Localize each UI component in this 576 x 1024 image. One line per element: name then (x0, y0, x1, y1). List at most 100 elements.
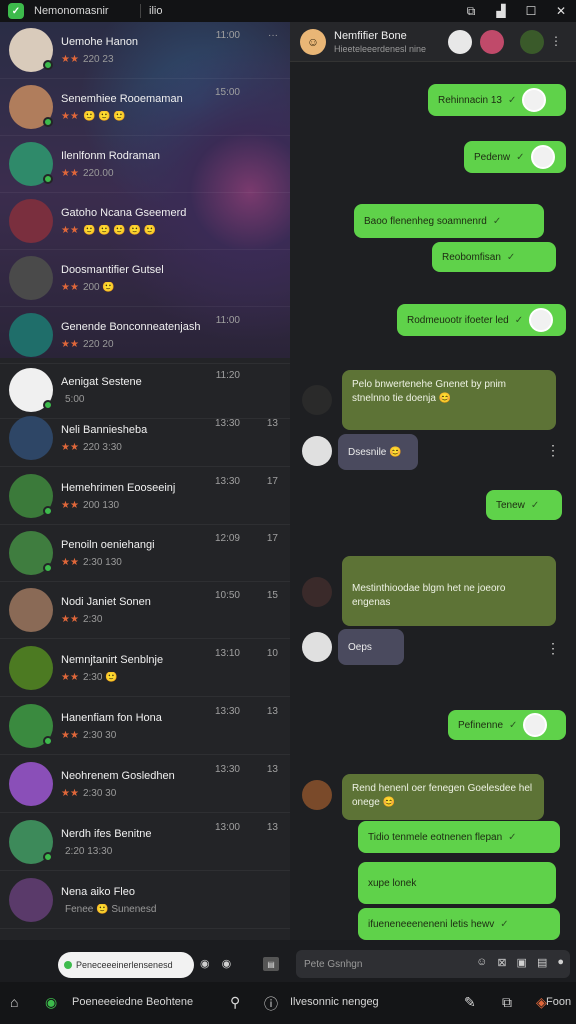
online-status-icon (43, 174, 53, 184)
outgoing-message[interactable]: Tenew ✓ (486, 490, 562, 520)
chat-preview-text: 200 130 (82, 499, 120, 511)
chat-name: Gatoho Ncana Gseemerd (61, 206, 187, 219)
chat-list-item[interactable]: Gatoho Ncana Gseemerd ★★ 🙂 🙂 🙂 🙂 🙂 (0, 193, 290, 250)
home-icon[interactable]: ⌂ (10, 994, 18, 1010)
chat-time: 10:50 (214, 590, 240, 601)
outgoing-message[interactable]: Rodmeuootr ifoeter led ✓ (397, 304, 566, 336)
maximize-button[interactable]: ☐ (516, 0, 546, 22)
attach-icon[interactable]: ⊠ (497, 956, 506, 969)
avatar (9, 820, 53, 864)
sender-avatar[interactable] (302, 632, 332, 662)
chat-preview-text: 2:30 30 (82, 729, 117, 741)
chat-list-item[interactable]: Hanenfiam fon Hona ★★ 2:30 30 13:30 13 (0, 698, 290, 755)
read-check-icon: ✓ (508, 831, 517, 843)
chat-list-item[interactable]: Nerdh ifes Benitne 2:20 13:30 13:00 13 (0, 814, 290, 871)
camera-icon[interactable]: ◉ (222, 957, 232, 970)
chat-list-item[interactable]: Doosmantifier Gutsel ★★ 200 🙂 (0, 250, 290, 307)
contact-avatar[interactable]: ☺ (300, 28, 326, 55)
read-check-icon: ✓ (509, 719, 518, 731)
online-status-icon (43, 506, 53, 516)
outgoing-message[interactable]: xupe lonek (358, 862, 556, 904)
chat-menu-icon[interactable]: ··· (268, 30, 278, 41)
sender-avatar[interactable] (302, 780, 332, 810)
chat-list-item[interactable]: Ilenlfonm Rodraman ★★ 220.00 (0, 136, 290, 193)
chat-list-item[interactable]: Neli Banniesheba ★★ 220 3:30 13:30 13 (0, 410, 290, 467)
camera-icon[interactable]: ▣ (517, 956, 527, 969)
expand-icon[interactable]: ▤ (263, 957, 279, 971)
signal-icon[interactable]: ▟ (486, 0, 516, 22)
bottom-mid-label[interactable]: Ilvesonnic nengeg (290, 996, 379, 1008)
info-icon[interactable]: ⓘ (264, 994, 278, 1014)
chat-list-item[interactable]: Uemohe Hanon ★★ 220 23 11:00 ··· (0, 22, 290, 79)
chat-list-item[interactable]: Nemnjtanirt Senblnje ★★ 2:30 🙂 13:10 10 (0, 640, 290, 697)
outgoing-message[interactable]: Pedenw ✓ (464, 141, 566, 173)
close-button[interactable]: ✕ (546, 0, 576, 22)
message-input[interactable]: Pete Gsnhgn ☺ ⊠ ▣ ▤ ● (296, 950, 570, 978)
bottom-right-label[interactable]: Foon (546, 996, 571, 1008)
search-icon[interactable]: ⚲ (230, 994, 240, 1011)
mic-icon[interactable]: ● (557, 956, 564, 969)
status-icon[interactable]: ◉ (45, 994, 57, 1011)
rating-stars-icon: ★★ (61, 110, 79, 122)
chat-preview: ★★ 2:30 🙂 (61, 672, 290, 683)
chat-list-item[interactable]: Nodi Janiet Sonen ★★ 2:30 10:50 15 (0, 582, 290, 639)
incoming-message[interactable]: Oeps (338, 629, 404, 665)
chat-list-item[interactable]: Neohrenem Gosledhen ★★ 2:30 30 13:30 13 (0, 756, 290, 813)
chat-icon[interactable]: ✎ (464, 994, 476, 1011)
read-check-icon: ✓ (514, 314, 524, 326)
chat-time: 13:10 (214, 648, 240, 659)
chat-preview-text: 220 23 (82, 53, 114, 65)
sender-avatar[interactable] (302, 385, 332, 415)
chat-list-item[interactable]: Senemhiee Rooemaman ★★ 🙂 🙂 🙂 15:00 (0, 79, 290, 136)
sender-avatar[interactable] (302, 577, 332, 607)
rating-stars-icon: ★★ (61, 167, 79, 179)
bottom-left-label[interactable]: Poeneeeiedne Beohtene (72, 996, 193, 1008)
chat-name: Ilenlfonm Rodraman (61, 149, 161, 162)
toggle-icon[interactable]: ◉ (200, 957, 210, 970)
screenshot-icon[interactable]: ⧉ (456, 0, 486, 22)
rating-stars-icon: ★★ (61, 441, 79, 453)
chat-preview: ★★ 220 20 (61, 339, 290, 350)
sticker-icon[interactable]: ▤ (537, 956, 547, 969)
outgoing-message[interactable]: ifueneneeeneneni letis hewv ✓ (358, 908, 560, 940)
participant-avatar[interactable] (448, 30, 472, 54)
chat-list-item[interactable]: Nena aiko Fleo Fenee 🙂 Sunenesd (0, 872, 290, 929)
chat-count: 17 (266, 476, 278, 487)
window-title-bar: ✓ Nemonomasnir ilio ⧉ ▟ ☐ ✕ (0, 0, 576, 22)
incoming-message[interactable]: Dsesnile 😊 (338, 434, 418, 470)
read-check-icon: ✓ (492, 215, 502, 227)
message-text: Rodmeuootr ifoeter led (407, 314, 509, 326)
incoming-message[interactable]: Rend henenl oer fenegen Goelesdee hel on… (342, 774, 544, 820)
more-options-icon[interactable]: ⋮ (550, 34, 574, 58)
incoming-message[interactable]: Pelo bnwertenehe Gnenet by pnim stnelnno… (342, 370, 556, 430)
chat-preview-text: 200 🙂 (82, 281, 115, 293)
outgoing-message[interactable]: Tidio tenmele eotnenen flepan ✓ (358, 821, 560, 853)
avatar (9, 531, 53, 575)
message-menu-icon[interactable]: ⋮ (546, 640, 560, 657)
outgoing-message[interactable]: Reobomfisan ✓ (432, 242, 556, 272)
outgoing-message[interactable]: Pefinenne ✓ (448, 710, 566, 740)
sidebar-search-input[interactable]: Peneceeeinerlensenesd (58, 952, 194, 978)
incoming-message[interactable]: Mestinthioodae blgm het ne joeoro engena… (342, 556, 556, 626)
app-logo-icon: ✓ (8, 3, 24, 19)
chat-preview: ★★ 2:30 (61, 614, 290, 625)
chat-list-item[interactable]: Penoiln oeniehangi ★★ 2:30 130 12:09 17 (0, 525, 290, 582)
participant-avatar[interactable] (520, 30, 544, 54)
message-menu-icon[interactable]: ⋮ (546, 442, 560, 459)
participant-avatar[interactable] (480, 30, 504, 54)
chat-preview: 5:00 (61, 394, 290, 405)
chat-preview-text: 2:30 30 (82, 787, 117, 799)
outgoing-message[interactable]: Rehinnacin 13 ✓ (428, 84, 566, 116)
rating-stars-icon: ★★ (61, 338, 79, 350)
copy-icon[interactable]: ⧉ (502, 994, 512, 1011)
bottom-navigation-bar: ⌂ ◉ Poeneeeiedne Beohtene ⚲ ⓘ Ilvesonnic… (0, 982, 576, 1024)
chat-list-item[interactable]: Hemehrimen Eooseeinj ★★ 200 130 13:30 17 (0, 468, 290, 525)
emoji-icon[interactable]: ☺ (476, 956, 487, 969)
chat-list-item[interactable]: Genende Bonconneatenjash ★★ 220 20 11:00 (0, 307, 290, 364)
outgoing-message[interactable]: Baoo flenenheg soamnenrd ✓ (354, 204, 544, 238)
sender-avatar[interactable] (302, 436, 332, 466)
read-check-icon: ✓ (507, 94, 517, 106)
online-status-icon (43, 852, 53, 862)
contact-name[interactable]: Nemfifier Bone (334, 30, 426, 42)
message-text: Pelo bnwertenehe Gnenet by pnim stnelnno… (352, 379, 506, 404)
